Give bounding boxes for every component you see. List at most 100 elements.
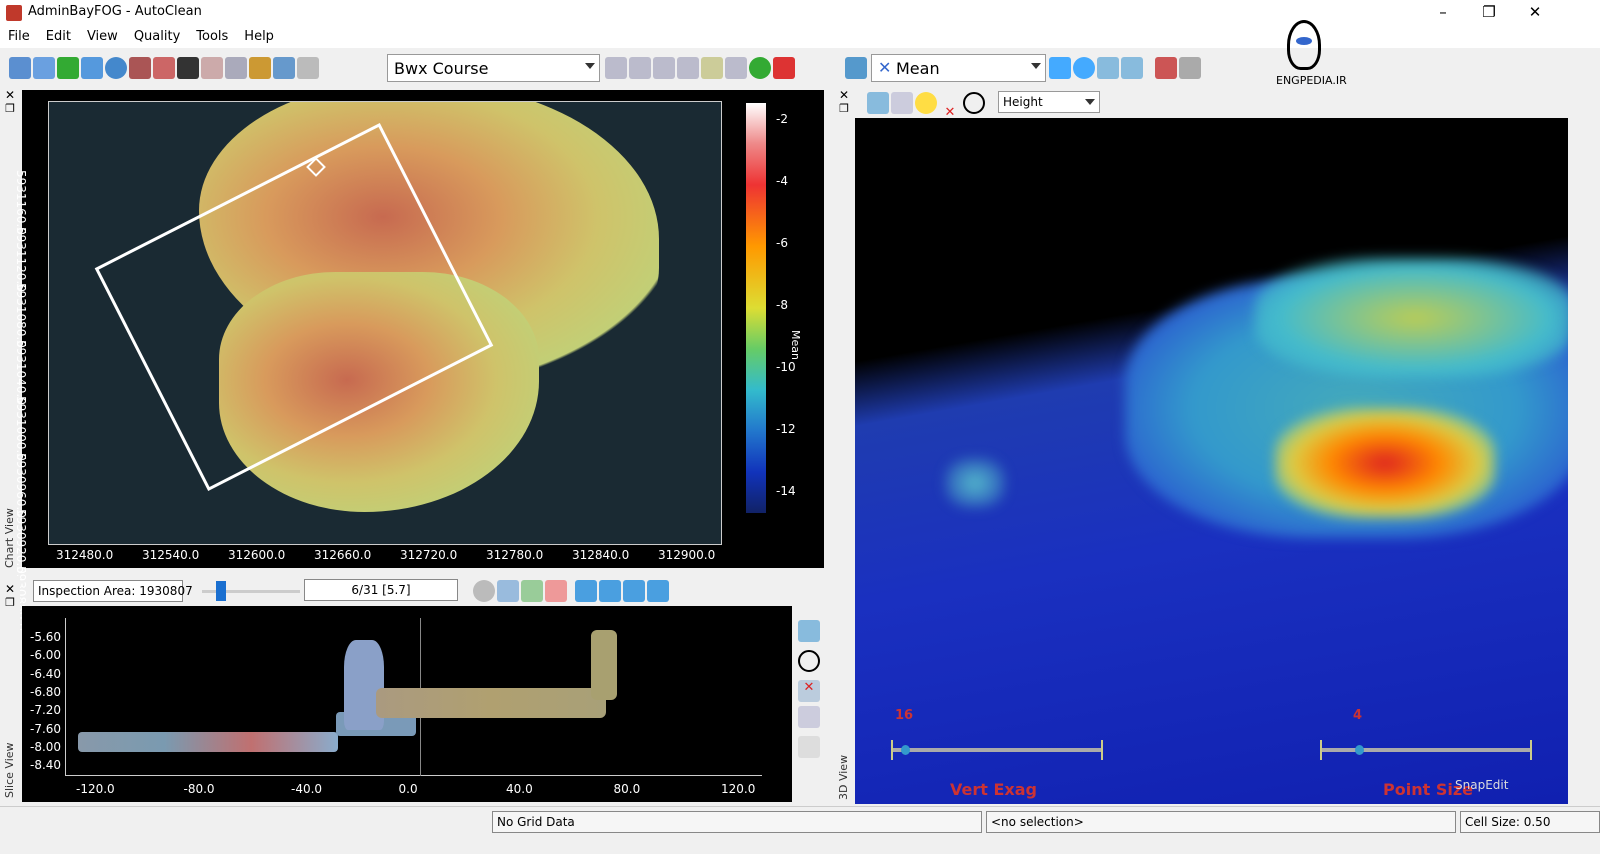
vert-exag-label: Vert Exag — [950, 780, 1037, 799]
slice-plot[interactable] — [65, 618, 762, 776]
sync-icon[interactable] — [1049, 57, 1071, 79]
zoom-out-icon[interactable] — [1121, 57, 1143, 79]
remove-icon[interactable] — [105, 57, 127, 79]
y-tick-label: 5931120.0 — [14, 226, 28, 292]
inspection-area-field: Inspection Area: 1930807 — [33, 580, 193, 602]
map-plot[interactable] — [48, 101, 722, 545]
slice-toolbar: Inspection Area: 1930807 6/31 [5.7] — [22, 576, 828, 604]
select-icon[interactable] — [798, 706, 820, 728]
chevron-down-icon — [1031, 63, 1041, 69]
statistic-select[interactable]: ✕ Mean — [871, 54, 1046, 82]
crop-icon[interactable] — [153, 57, 175, 79]
delete-icon[interactable] — [773, 57, 795, 79]
menu-quality[interactable]: Quality — [126, 26, 188, 48]
close-icon[interactable]: ✕ — [834, 88, 854, 102]
slider-handle[interactable] — [1355, 745, 1364, 755]
expand-icon[interactable] — [521, 580, 543, 602]
close-icon[interactable]: ✕ — [0, 88, 20, 102]
select-icon[interactable] — [129, 57, 151, 79]
maximize-button[interactable]: ❐ — [1466, 0, 1512, 26]
colorbar-tick-label: -4 — [776, 174, 788, 188]
attribute-select-value: Height — [1003, 95, 1043, 109]
point-cloud-profile — [78, 732, 338, 752]
redo-icon[interactable] — [297, 57, 319, 79]
move-up-fast-icon[interactable] — [575, 580, 597, 602]
zoom-icon[interactable] — [798, 620, 820, 642]
3d-view[interactable]: 16 Vert Exag 4 Point Size SnapEdit — [855, 118, 1568, 804]
move-down-fast-icon[interactable] — [647, 580, 669, 602]
surface-select[interactable]: Bwx Course — [387, 54, 600, 82]
app-icon — [6, 5, 22, 21]
slider-handle[interactable] — [901, 745, 910, 755]
statistic-select-value: Mean — [896, 59, 940, 78]
x-tick-label: 40.0 — [506, 782, 533, 796]
slider-handle[interactable] — [216, 581, 226, 601]
move-up-icon[interactable] — [599, 580, 621, 602]
x-tick-label: 312900.0 — [658, 548, 716, 562]
float-icon[interactable]: ❐ — [0, 102, 20, 115]
y-tick-label: 5931040.0 — [14, 339, 28, 405]
light-icon[interactable] — [915, 92, 937, 114]
open-icon[interactable] — [9, 57, 31, 79]
x-tick-label: -40.0 — [291, 782, 323, 796]
menu-file[interactable]: File — [0, 26, 38, 48]
y-tick-label: -6.80 — [30, 684, 62, 699]
lasso-icon[interactable] — [798, 650, 820, 672]
filter-icon[interactable] — [677, 57, 699, 79]
menu-edit[interactable]: Edit — [38, 26, 79, 48]
close-icon[interactable]: ✕ — [0, 582, 20, 596]
colorbar-tick-label: -2 — [776, 112, 788, 126]
point-cloud-profile — [376, 688, 606, 718]
shrink-icon[interactable] — [545, 580, 567, 602]
filter-icon[interactable] — [701, 57, 723, 79]
box-select-icon[interactable] — [201, 57, 223, 79]
lasso-icon[interactable] — [963, 92, 985, 114]
filter-icon[interactable] — [629, 57, 651, 79]
filter-icon[interactable] — [725, 57, 747, 79]
zoom-icon[interactable] — [867, 92, 889, 114]
marker-icon[interactable] — [177, 57, 199, 79]
menu-help[interactable]: Help — [236, 26, 282, 48]
float-icon[interactable]: ❐ — [834, 102, 854, 115]
lasso-icon[interactable] — [225, 57, 247, 79]
zoom-in-icon[interactable] — [1097, 57, 1119, 79]
x-tick-label: 120.0 — [721, 782, 756, 796]
vert-exag-slider[interactable] — [891, 740, 1103, 760]
filter-icon[interactable] — [605, 57, 627, 79]
slice-side-toolbar: ✕ — [794, 606, 824, 802]
histogram-icon[interactable] — [249, 57, 271, 79]
select-icon[interactable] — [891, 92, 913, 114]
refresh-icon[interactable] — [749, 57, 771, 79]
colorbar-tick-label: -8 — [776, 298, 788, 312]
point-size-slider[interactable] — [1320, 740, 1532, 760]
undo-icon[interactable] — [798, 736, 820, 758]
tiles-icon[interactable] — [1155, 57, 1177, 79]
add-icon[interactable] — [57, 57, 79, 79]
delete-icon[interactable]: ✕ — [798, 680, 820, 702]
minimize-button[interactable]: – — [1420, 0, 1466, 26]
y-tick-label: 5931160.0 — [14, 170, 28, 235]
close-button[interactable]: ✕ — [1512, 0, 1558, 26]
view-icon[interactable] — [845, 57, 867, 79]
slice-view-label: Slice View — [3, 742, 16, 798]
layer-icon[interactable] — [81, 57, 103, 79]
menu-tools[interactable]: Tools — [188, 26, 236, 48]
menu-view[interactable]: View — [79, 26, 126, 48]
settings-icon[interactable] — [1179, 57, 1201, 79]
y-tick-label: 5931080.0 — [14, 283, 28, 348]
float-icon[interactable]: ❐ — [0, 596, 20, 609]
slice-slider[interactable] — [202, 581, 300, 601]
filter-icon[interactable] — [653, 57, 675, 79]
x-tick-label: 0.0 — [398, 782, 418, 796]
surface-select-value: Bwx Course — [394, 59, 489, 78]
y-tick-label: -8.40 — [30, 758, 62, 773]
attribute-select[interactable]: Height — [998, 91, 1100, 113]
y-tick-label: 5930920.0 — [14, 509, 28, 574]
fit-icon[interactable] — [497, 580, 519, 602]
terrain-rock — [945, 458, 1005, 508]
folder-icon[interactable] — [33, 57, 55, 79]
rotate-icon[interactable] — [1073, 57, 1095, 79]
refresh-icon[interactable] — [473, 580, 495, 602]
undo-icon[interactable] — [273, 57, 295, 79]
move-down-icon[interactable] — [623, 580, 645, 602]
